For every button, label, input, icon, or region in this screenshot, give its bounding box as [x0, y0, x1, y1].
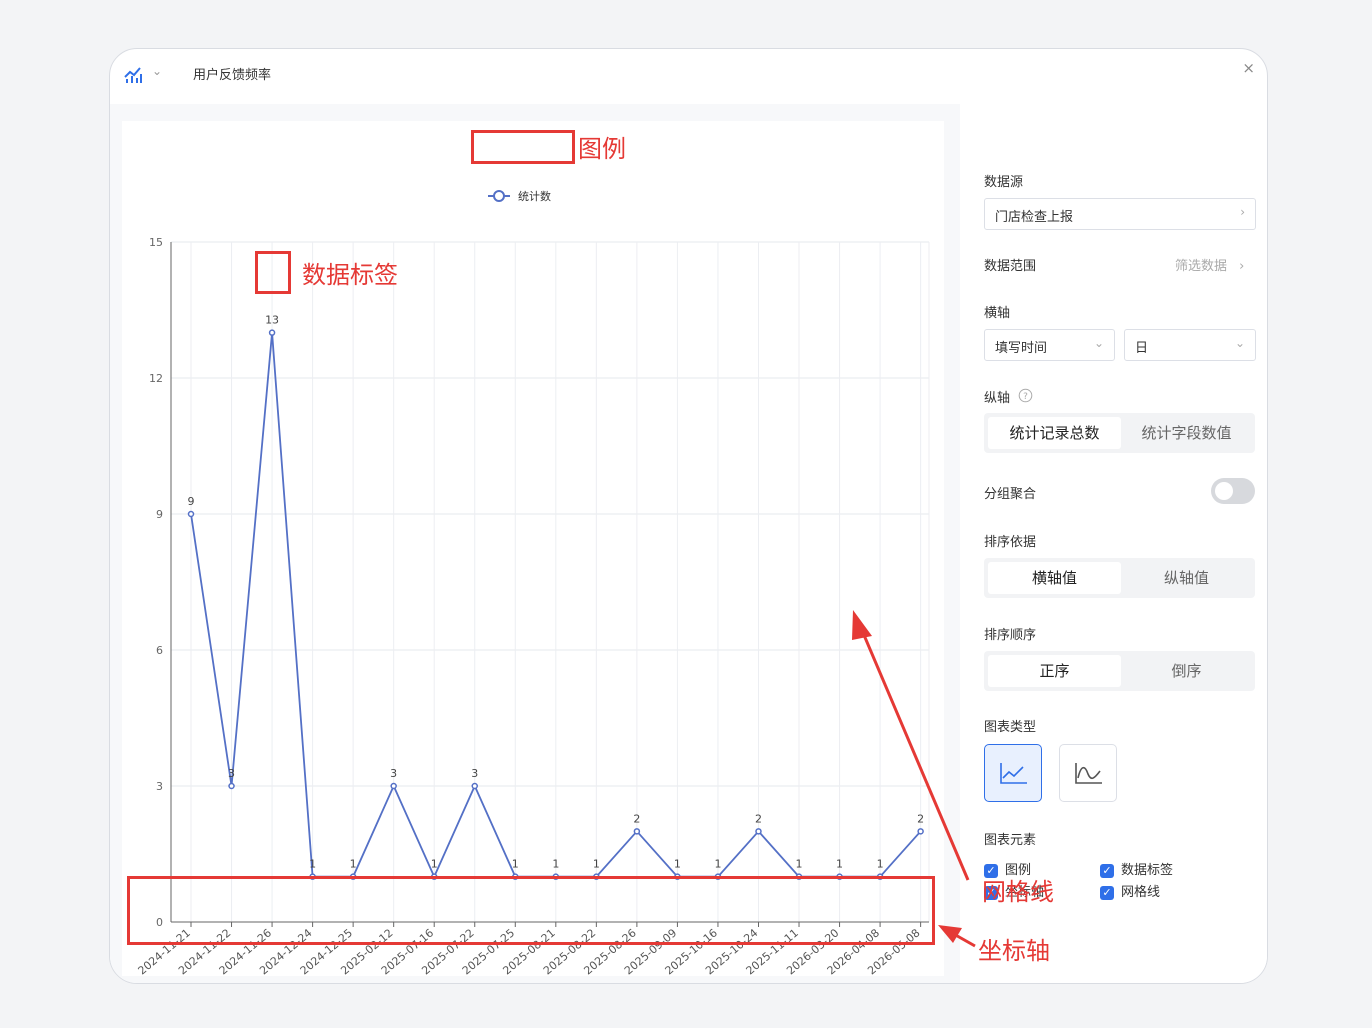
gridline-arrowhead	[852, 610, 872, 640]
axis-arrowhead	[938, 925, 962, 943]
gridline-arrow	[859, 627, 970, 881]
axis-annotation: 坐标轴	[978, 937, 1050, 965]
annotation-arrows	[852, 610, 976, 948]
gridlines-annotation: 网格线	[982, 878, 1054, 906]
